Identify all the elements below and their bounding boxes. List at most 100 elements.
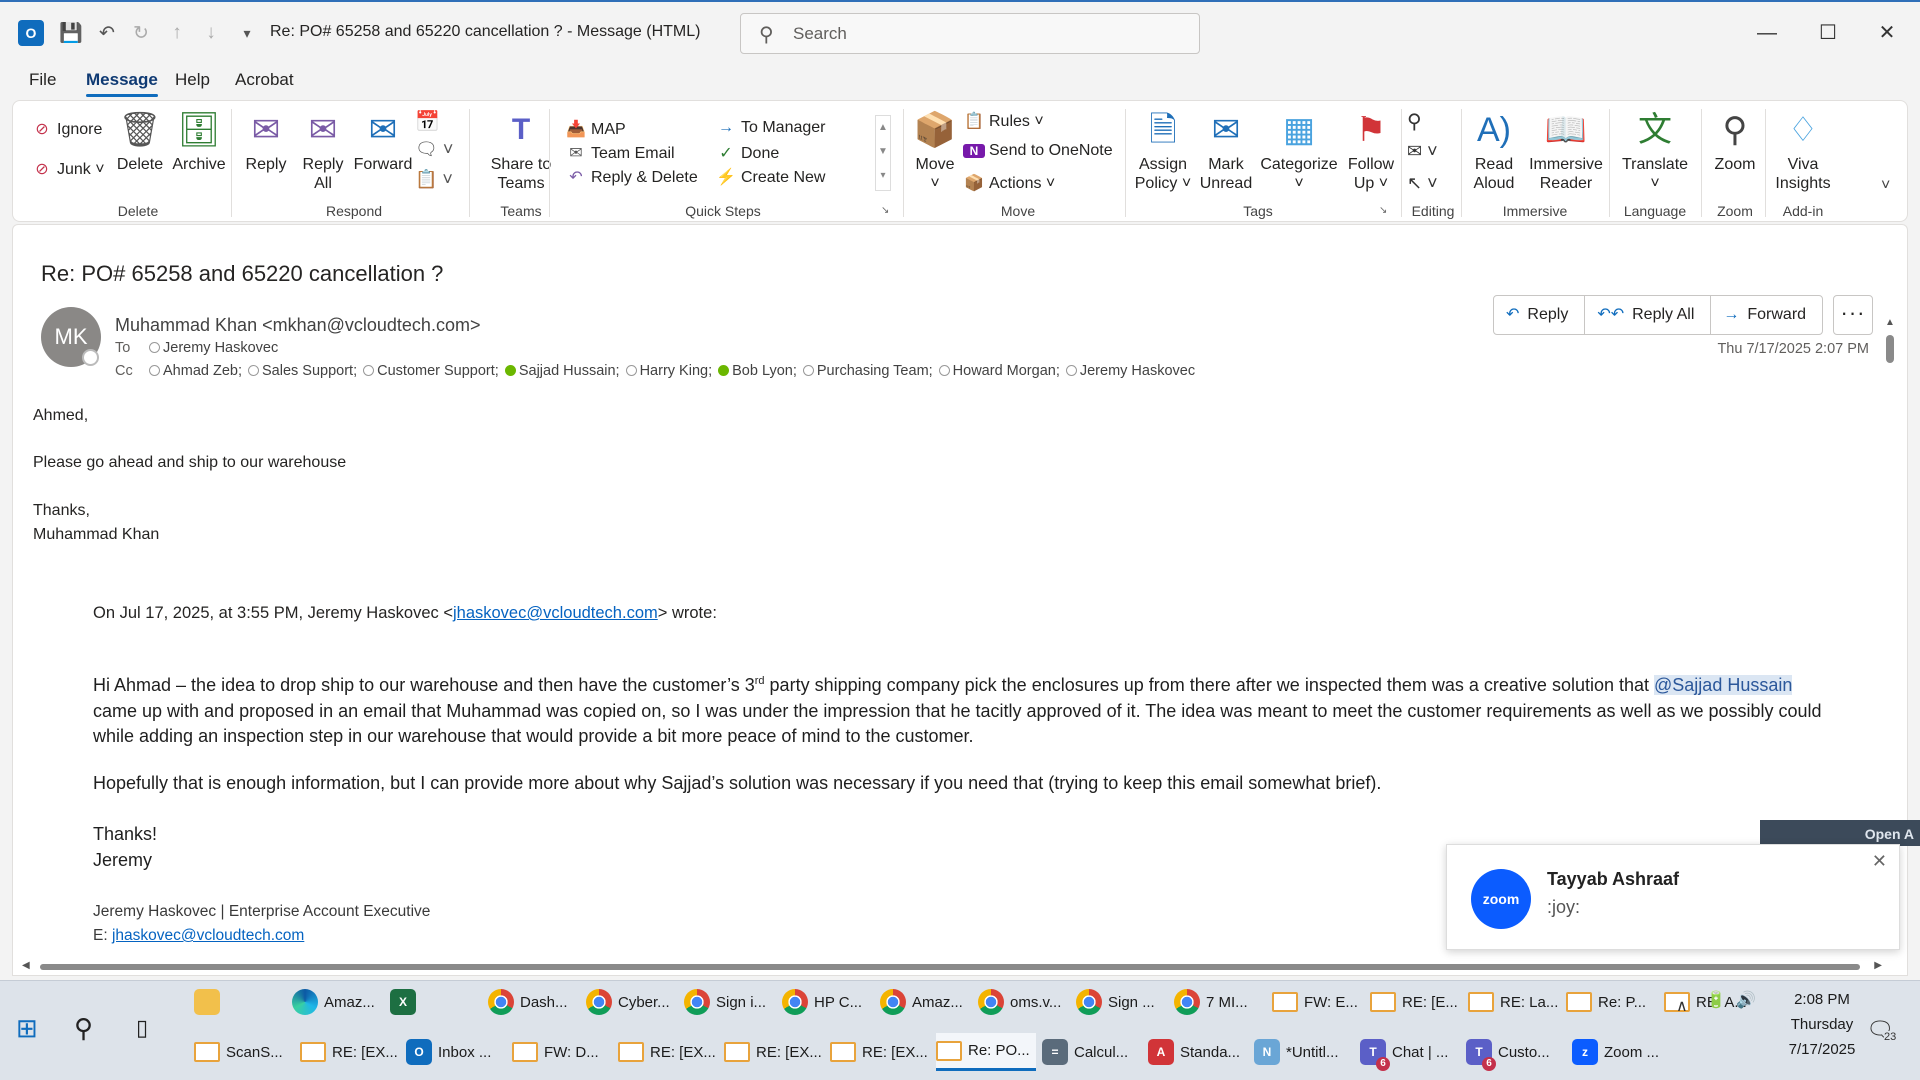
- open-app-bar[interactable]: Open A: [1760, 820, 1920, 846]
- minimize-button[interactable]: —: [1744, 16, 1790, 50]
- taskbar-app-button[interactable]: X: [390, 983, 482, 1021]
- show-hidden-icons[interactable]: ∧: [1676, 987, 1688, 1025]
- taskbar-app-button[interactable]: Amaz...: [292, 983, 384, 1021]
- ignore-button[interactable]: ⊘ Ignore: [31, 119, 102, 139]
- rules-button[interactable]: 📋 Rules ˅: [963, 111, 1044, 131]
- next-item-icon[interactable]: ↓: [198, 20, 224, 46]
- zoom-button[interactable]: ⚲ Zoom: [1707, 109, 1763, 174]
- taskbar-app-button[interactable]: [194, 983, 286, 1021]
- more-actions-button[interactable]: ···: [1833, 295, 1873, 335]
- tab-help[interactable]: Help: [175, 70, 210, 90]
- mention-link[interactable]: @Sajjad Hussain: [1654, 675, 1793, 695]
- close-notification-icon[interactable]: ✕: [1872, 851, 1887, 872]
- horizontal-scrollbar[interactable]: ◀ ▶: [22, 960, 1882, 974]
- more-respond-icon[interactable]: 📋 ˅: [415, 169, 453, 190]
- taskbar-app-button[interactable]: RE: [EX...: [724, 1033, 824, 1071]
- tab-file[interactable]: File: [29, 70, 56, 90]
- sender[interactable]: Muhammad Khan <mkhan@vcloudtech.com>: [115, 315, 480, 336]
- move-button[interactable]: 📦 Move ˅: [909, 109, 961, 193]
- recipient-cc[interactable]: Jeremy Haskovec: [1080, 363, 1195, 379]
- tab-message[interactable]: Message: [86, 70, 158, 97]
- related-icon[interactable]: ✉ ˅: [1407, 141, 1438, 162]
- close-button[interactable]: ✕: [1864, 16, 1910, 50]
- taskbar-app-button[interactable]: Re: P...: [1566, 983, 1658, 1021]
- reply-action-button[interactable]: ↶ Reply: [1494, 296, 1586, 334]
- quickstep-team-email[interactable]: ✉ Team Email: [565, 143, 674, 163]
- recipient-to[interactable]: Jeremy Haskovec: [163, 340, 278, 356]
- notification-center-icon[interactable]: 🗨 23: [1866, 1011, 1897, 1049]
- select-icon[interactable]: ↖ ˅: [1407, 173, 1438, 194]
- recipient-cc[interactable]: Customer Support;: [377, 363, 499, 379]
- start-button[interactable]: ⊞: [16, 1009, 38, 1047]
- search-input[interactable]: ⚲ Search: [740, 13, 1200, 54]
- meeting-icon[interactable]: 📅: [415, 109, 440, 134]
- translate-button[interactable]: 文 Translate ˅: [1615, 109, 1695, 193]
- taskbar-app-button[interactable]: T 6 Chat | ...: [1360, 1033, 1460, 1071]
- recipient-cc[interactable]: Sales Support;: [262, 363, 357, 379]
- taskbar-app-button[interactable]: RE: [EX...: [618, 1033, 718, 1071]
- dialog-launcher-icon[interactable]: ↘: [1379, 205, 1387, 216]
- recipient-cc[interactable]: Purchasing Team;: [817, 363, 933, 379]
- reply-button[interactable]: ✉ Reply: [239, 109, 293, 174]
- quickstep-create-new[interactable]: ⚡ Create New: [715, 167, 825, 187]
- taskbar-app-button[interactable]: T 6 Custo...: [1466, 1033, 1566, 1071]
- dialog-launcher-icon[interactable]: ↘: [881, 205, 889, 216]
- taskbar-app-button[interactable]: O Inbox ...: [406, 1033, 506, 1071]
- taskbar-app-button[interactable]: FW: D...: [512, 1033, 612, 1071]
- taskbar-app-button[interactable]: Re: PO...: [936, 1033, 1036, 1071]
- taskbar-app-button[interactable]: oms.v...: [978, 983, 1070, 1021]
- taskbar-app-button[interactable]: 7 MI...: [1174, 983, 1266, 1021]
- previous-item-icon[interactable]: ↑: [164, 20, 190, 46]
- zoom-notification[interactable]: zoom Tayyab Ashraaf :joy: ✕: [1446, 844, 1900, 950]
- taskbar-app-button[interactable]: RE: [E...: [1370, 983, 1462, 1021]
- taskbar-app-button[interactable]: RE: [EX...: [830, 1033, 930, 1071]
- mark-unread-button[interactable]: ✉ Mark Unread: [1197, 109, 1255, 193]
- collapse-ribbon-icon[interactable]: ˅: [1881, 177, 1890, 195]
- taskbar-app-button[interactable]: Sign ...: [1076, 983, 1168, 1021]
- undo-icon[interactable]: ↶: [94, 20, 120, 46]
- recipient-cc[interactable]: Harry King;: [640, 363, 713, 379]
- im-reply-icon[interactable]: 🗨 ˅: [415, 139, 453, 160]
- battery-icon[interactable]: 🔋: [1706, 981, 1726, 1019]
- taskbar-app-button[interactable]: z Zoom ...: [1572, 1033, 1672, 1071]
- taskbar-app-button[interactable]: RE: La...: [1468, 983, 1560, 1021]
- actions-button[interactable]: 📦 Actions ˅: [963, 173, 1055, 193]
- recipient-cc[interactable]: Ahmad Zeb;: [163, 363, 242, 379]
- taskbar-app-button[interactable]: FW: E...: [1272, 983, 1364, 1021]
- send-to-onenote-button[interactable]: N Send to OneNote: [963, 142, 1113, 160]
- follow-up-button[interactable]: ⚑ Follow Up ˅: [1343, 109, 1399, 193]
- quicksteps-scroll[interactable]: ▲ ▼ ▾: [875, 115, 891, 191]
- maximize-button[interactable]: ☐: [1805, 16, 1851, 50]
- search-taskbar-icon[interactable]: ⚲: [74, 1009, 93, 1047]
- quickstep-map[interactable]: 📥 MAP: [565, 119, 626, 139]
- immersive-reader-button[interactable]: 📖 Immersive Reader: [1527, 109, 1605, 193]
- recipient-cc[interactable]: Howard Morgan;: [953, 363, 1060, 379]
- share-to-teams-button[interactable]: T Share to Teams: [475, 109, 567, 193]
- tab-acrobat[interactable]: Acrobat: [235, 70, 294, 90]
- forward-action-button[interactable]: → Forward: [1711, 296, 1822, 334]
- categorize-button[interactable]: ▦ Categorize ˅: [1257, 109, 1341, 193]
- redo-icon[interactable]: ↻: [128, 20, 154, 46]
- save-icon[interactable]: 💾: [58, 20, 84, 46]
- volume-icon[interactable]: 🔊: [1736, 981, 1756, 1019]
- taskbar-app-button[interactable]: Cyber...: [586, 983, 678, 1021]
- assign-policy-button[interactable]: 🗎 Assign Policy ˅: [1131, 109, 1195, 193]
- taskbar-app-button[interactable]: Sign i...: [684, 983, 776, 1021]
- reply-all-action-button[interactable]: ↶↶ Reply All: [1585, 296, 1712, 334]
- sig-email-link[interactable]: jhaskovec@vcloudtech.com: [112, 927, 304, 944]
- archive-button[interactable]: 🗄 Archive: [167, 109, 231, 174]
- quickstep-to-manager[interactable]: → To Manager: [715, 119, 826, 137]
- delete-button[interactable]: 🗑 Delete: [115, 109, 165, 174]
- recipient-cc[interactable]: Bob Lyon;: [732, 363, 797, 379]
- junk-button[interactable]: ⊘ Junk ˅: [31, 159, 104, 179]
- recipient-cc[interactable]: Sajjad Hussain;: [519, 363, 620, 379]
- taskbar-app-button[interactable]: A Standa...: [1148, 1033, 1248, 1071]
- system-clock[interactable]: 2:08 PM Thursday 7/17/2025: [1776, 987, 1868, 1062]
- viva-insights-button[interactable]: ♢ Viva Insights: [1769, 109, 1837, 193]
- forward-button[interactable]: ✉ Forward: [351, 109, 415, 174]
- reply-all-button[interactable]: ✉ Reply All: [297, 109, 349, 193]
- taskbar-app-button[interactable]: RE: [EX...: [300, 1033, 400, 1071]
- customize-toolbar-icon[interactable]: ▾: [234, 20, 260, 46]
- taskbar-app-button[interactable]: Amaz...: [880, 983, 972, 1021]
- taskbar-app-button[interactable]: HP C...: [782, 983, 874, 1021]
